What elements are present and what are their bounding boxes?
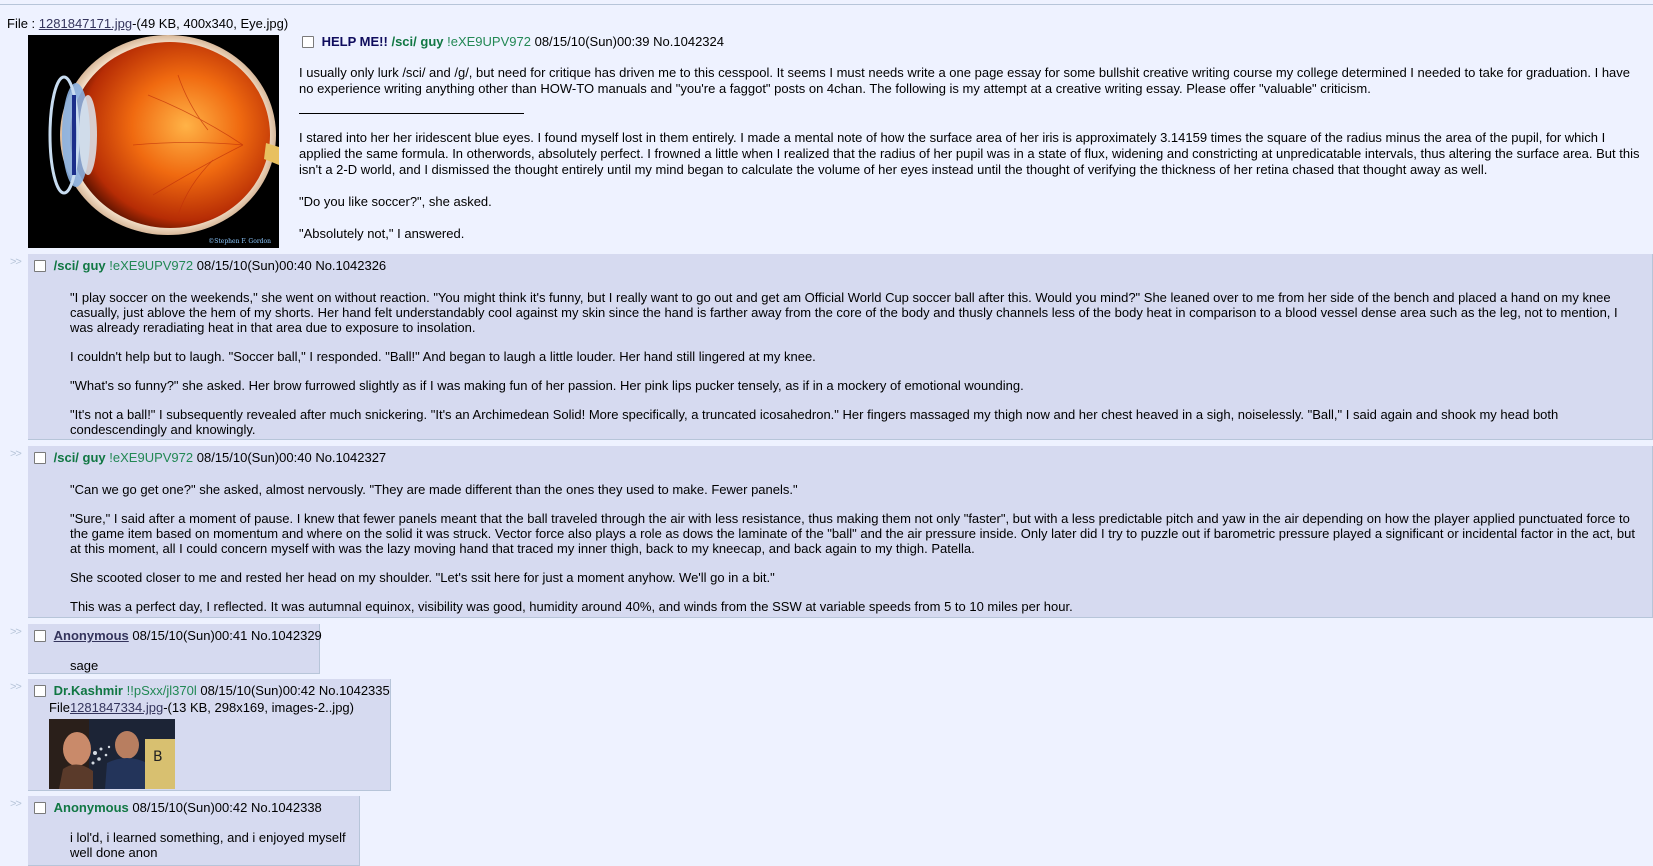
op-tripcode: !eXE9UPV972 [447,34,531,49]
op-post-number[interactable]: No.1042324 [653,34,724,49]
reply-arrow-marker: >> [10,681,22,693]
op-file-label: File : [7,16,36,31]
reply-post-number[interactable]: No.1042326 [315,258,386,273]
op-post-header: HELP ME!! /sci/ guy !eXE9UPV972 08/15/10… [302,34,724,49]
reply-poster-name: /sci/ guy [53,258,106,273]
svg-text:B: B [153,749,163,765]
reply-arrow-marker: >> [10,256,22,268]
reply-file-meta: -(13 KB, 298x169, images-2..jpg) [163,700,354,715]
reply-arrow-marker: >> [10,448,22,460]
reply-delete-checkbox[interactable] [34,260,46,272]
reply-post-number[interactable]: No.1042335 [319,683,390,698]
reply-tripcode: !eXE9UPV972 [109,258,194,273]
reply-datetime: 08/15/10(Sun)00:42 [132,800,248,815]
reply-paragraph: "What's so funny?" she asked. Her brow f… [70,378,1024,393]
reply-line: i lol'd, i learned something, and i enjo… [70,830,346,845]
reply-paragraph: "Can we go get one?" she asked, almost n… [70,482,798,497]
reply-post: /sci/ guy !eXE9UPV972 08/15/10(Sun)00:40… [28,254,1653,440]
reply-body: "Can we go get one?" she asked, almost n… [70,482,1642,628]
op-file-info: File : 1281847171.jpg-(49 KB, 400x340, E… [7,16,288,31]
op-image-eye-diagram[interactable]: ©Stephen F. Gordon [28,35,279,248]
reply-header: Anonymous 08/15/10(Sun)00:41 No.1042329 [34,628,322,643]
reply-paragraph: sage [70,658,99,673]
reply-poster-name: Anonymous [53,800,129,815]
op-post-body: I usually only lurk /sci/ and /g/, but n… [299,65,1644,258]
reply-header: /sci/ guy !eXE9UPV972 08/15/10(Sun)00:40… [34,258,386,273]
reply-datetime: 08/15/10(Sun)00:40 [196,450,312,465]
reply-paragraph: She scooted closer to me and rested her … [70,570,775,585]
reply-poster-name: Dr.Kashmir [53,683,123,698]
reply-datetime: 08/15/10(Sun)00:42 [200,683,316,698]
op-datetime: 08/15/10(Sun)00:39 [534,34,650,49]
reply-paragraph: This was a perfect day, I reflected. It … [70,599,1073,614]
reply-datetime: 08/15/10(Sun)00:40 [196,258,312,273]
reply-paragraph: "I play soccer on the weekends," she wen… [70,290,1618,335]
op-file-link[interactable]: 1281847171.jpg [39,16,132,31]
reply-tripcode: !!pSxx/jl370l [126,683,197,698]
reply-paragraph: "It's not a ball!" I subsequently reveal… [70,407,1559,437]
op-paragraph: "Absolutely not," I answered. [299,226,465,241]
reply-paragraph: I couldn't help but to laugh. "Soccer ba… [70,349,816,364]
reply-post-number[interactable]: No.1042329 [251,628,322,643]
reply-tripcode: !eXE9UPV972 [109,450,194,465]
reply-arrow-marker: >> [10,798,22,810]
reply-post: /sci/ guy !eXE9UPV972 08/15/10(Sun)00:40… [28,446,1653,618]
reply-file-label: File [49,700,70,715]
op-file-meta: -(49 KB, 400x340, Eye.jpg) [132,16,289,31]
reply-delete-checkbox[interactable] [34,685,46,697]
reply-poster-name: /sci/ guy [53,450,106,465]
reply-poster-name-link[interactable]: Anonymous [54,628,129,643]
op-paragraph: I stared into her her iridescent blue ey… [299,130,1640,177]
op-poster-name: /sci/ guy [391,34,444,49]
reply-header: Anonymous 08/15/10(Sun)00:42 No.1042338 [34,800,322,815]
op-paragraph: "Do you like soccer?", she asked. [299,194,492,209]
reply-post: Anonymous 08/15/10(Sun)00:41 No.1042329 … [28,624,322,674]
op-intro-paragraph: I usually only lurk /sci/ and /g/, but n… [299,65,1631,96]
reply-file-link[interactable]: 1281847334.jpg [70,700,163,715]
reply-image-thumbnail[interactable]: B [49,719,175,789]
op-delete-checkbox[interactable] [302,36,314,48]
reply-paragraph: "Sure," I said after a moment of pause. … [70,511,1635,556]
reply-post-number[interactable]: No.1042327 [315,450,386,465]
op-divider-line [299,113,524,114]
reply-line: well done anon [70,845,158,860]
reply-file-info: File1281847334.jpg-(13 KB, 298x169, imag… [49,700,354,715]
reply-arrow-marker: >> [10,626,22,638]
op-subject: HELP ME!! [321,34,388,49]
reply-body: "I play soccer on the weekends," she wen… [70,290,1642,451]
reply-header: /sci/ guy !eXE9UPV972 08/15/10(Sun)00:40… [34,450,386,465]
op-image-credit: ©Stephen F. Gordon [208,238,271,245]
reply-post: Anonymous 08/15/10(Sun)00:42 No.1042338 … [28,796,360,866]
reply-delete-checkbox[interactable] [34,452,46,464]
reply-post-number[interactable]: No.1042338 [251,800,322,815]
reply-datetime: 08/15/10(Sun)00:41 [132,628,248,643]
reply-delete-checkbox[interactable] [34,630,46,642]
reply-delete-checkbox[interactable] [34,802,46,814]
reply-header: Dr.Kashmir !!pSxx/jl370l 08/15/10(Sun)00… [34,683,390,698]
top-divider [0,4,1653,5]
reply-body: i lol'd, i learned something, and i enjo… [70,830,355,860]
reply-post: Dr.Kashmir !!pSxx/jl370l 08/15/10(Sun)00… [28,679,391,791]
